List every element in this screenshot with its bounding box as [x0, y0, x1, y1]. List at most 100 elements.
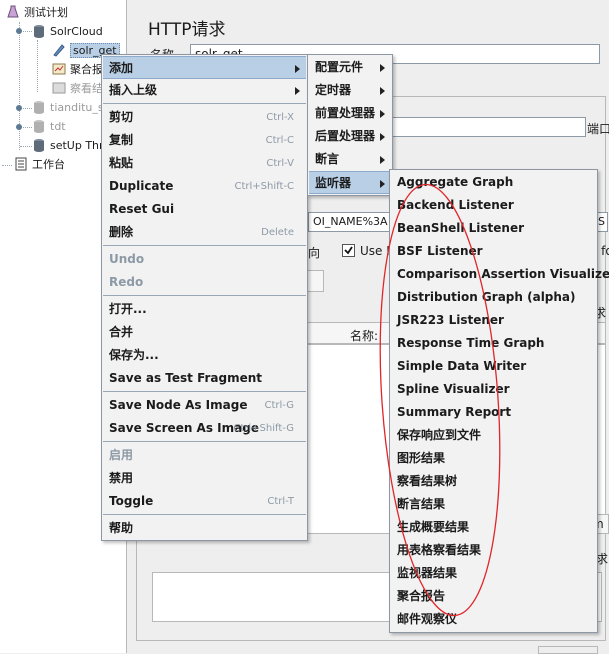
port-label: 端口 [587, 122, 609, 136]
context-menu-item-10: Undo [103, 248, 306, 271]
context-menu-item-21: 启用 [103, 444, 306, 467]
workbench-icon [14, 157, 28, 171]
context-menu-item-14[interactable]: 合并 [103, 321, 306, 344]
tree-guide-line [20, 146, 32, 147]
menu-item-label: Save Node As Image [109, 398, 248, 412]
menu-item-label: 帮助 [109, 521, 134, 535]
menu-item-label: 定时器 [315, 83, 352, 97]
http-sampler-icon [52, 43, 66, 57]
context-menu-item-19[interactable]: Save Screen As Image Ctrl+Shift-G [103, 417, 306, 440]
menu-item-label: 删除 [109, 225, 134, 239]
tree-guide-line [2, 165, 12, 166]
menu-separator [103, 441, 306, 442]
menu-separator [103, 514, 306, 515]
context-menu-item-7[interactable]: Reset Gui [103, 198, 306, 221]
add-submenu-item-1[interactable]: 定时器 [309, 79, 391, 102]
context-menu-item-8[interactable]: 删除 Delete [103, 221, 306, 244]
thread-group-icon [32, 119, 46, 133]
menu-item-label: Duplicate [109, 179, 174, 193]
keepalive-checkbox[interactable] [342, 244, 355, 257]
tree-node-test-plan[interactable]: 测试计划 [6, 4, 68, 22]
tree-node-aggregate-report[interactable]: 聚合报 [52, 61, 103, 79]
submenu-arrow-icon [380, 110, 385, 118]
context-menu-item-4[interactable]: 复制 Ctrl-C [103, 129, 306, 152]
thread-group-icon [32, 138, 46, 152]
context-menu-item-23[interactable]: Toggle Ctrl-T [103, 490, 306, 513]
menu-separator [103, 391, 306, 392]
context-menu-item-0[interactable]: 添加 [103, 56, 306, 79]
context-menu-item-1[interactable]: 插入上级 [103, 79, 306, 102]
context-menu-item-13[interactable]: 打开... [103, 298, 306, 321]
tree-guide-line [19, 22, 20, 150]
context-menu-item-22[interactable]: 禁用 [103, 467, 306, 490]
tree-expand-handle[interactable] [16, 28, 22, 34]
add-submenu: 配置元件定时器前置处理器后置处理器断言监听器 [307, 54, 393, 196]
menu-item-label: Undo [109, 252, 145, 266]
context-menu-item-25[interactable]: 帮助 [103, 517, 306, 540]
page-title: HTTP请求 [148, 20, 226, 40]
menu-item-shortcut: Delete [261, 227, 294, 238]
context-menu-item-18[interactable]: Save Node As Image Ctrl-G [103, 394, 306, 417]
menu-item-label: 复制 [109, 133, 134, 147]
menu-item-label: 前置处理器 [315, 106, 376, 120]
menu-item-label: Reset Gui [109, 202, 175, 216]
tree-node-tdt[interactable]: tdt [32, 118, 66, 136]
tree-node-setup-thread[interactable]: setUp Thr [32, 137, 104, 155]
menu-separator [103, 245, 306, 246]
menu-item-label: 断言 [315, 152, 340, 166]
add-submenu-item-3[interactable]: 后置处理器 [309, 125, 391, 148]
annotation-ellipse [379, 183, 501, 617]
add-submenu-item-2[interactable]: 前置处理器 [309, 102, 391, 125]
menu-item-shortcut: Ctrl-V [266, 158, 294, 169]
menu-item-label: 添加 [109, 61, 134, 75]
submenu-arrow-icon [380, 156, 385, 164]
menu-item-label: 插入上级 [109, 83, 158, 97]
menu-item-label: Save as Test Fragment [109, 371, 263, 385]
tree-node-tianditu[interactable]: tianditu_s [32, 99, 104, 117]
context-menu-item-15[interactable]: 保存为... [103, 344, 306, 367]
menu-item-shortcut: Ctrl-T [267, 496, 294, 507]
tree-guide-line [37, 40, 38, 92]
context-menu-item-16[interactable]: Save as Test Fragment [103, 367, 306, 390]
test-plan-icon [6, 5, 20, 19]
tree-node-view-results[interactable]: 察看结 [52, 80, 103, 98]
menu-item-label: 启用 [109, 448, 134, 462]
menu-separator [103, 295, 306, 296]
context-menu-item-3[interactable]: 剪切 Ctrl-X [103, 106, 306, 129]
menu-item-label: 粘贴 [109, 156, 134, 170]
context-menu: 添加插入上级剪切 Ctrl-X 复制 Ctrl-C 粘贴 Ctrl-V Duplicate C… [101, 54, 308, 541]
menu-item-label: 监听器 [315, 176, 352, 190]
thread-group-icon [32, 24, 46, 38]
context-menu-item-11: Redo [103, 271, 306, 294]
submenu-arrow-icon [295, 65, 300, 73]
submenu-arrow-icon [295, 87, 300, 95]
menu-item-label: 剪切 [109, 110, 134, 124]
tree-expand-handle[interactable] [16, 124, 22, 130]
redirect-checkbox-label: 向 [308, 246, 321, 260]
view-results-icon [52, 81, 66, 95]
menu-item-shortcut: Ctrl-C [265, 135, 294, 146]
add-submenu-item-4[interactable]: 断言 [309, 148, 391, 171]
menu-item-shortcut: Ctrl+Shift-C [234, 181, 295, 192]
menu-item-label: 合并 [109, 325, 134, 339]
menu-item-shortcut: Ctrl-X [266, 112, 294, 123]
menu-item-label: 后置处理器 [315, 129, 376, 143]
menu-item-label: Toggle [109, 494, 154, 508]
context-menu-item-5[interactable]: 粘贴 Ctrl-V [103, 152, 306, 175]
menu-item-shortcut: Ctrl+Shift-G [233, 423, 294, 434]
menu-item-shortcut: Ctrl-G [264, 400, 294, 411]
tree-expand-handle[interactable] [16, 105, 22, 111]
add-submenu-item-0[interactable]: 配置元件 [309, 56, 391, 79]
aggregate-report-icon [52, 62, 66, 76]
tree-node-solrcloud[interactable]: SolrCloud [32, 23, 103, 41]
menu-item-label: 打开... [109, 302, 147, 316]
thread-group-icon [32, 100, 46, 114]
server-input[interactable] [388, 117, 586, 137]
submenu-arrow-icon [380, 87, 385, 95]
menu-separator [103, 103, 306, 104]
menu-item-label: Redo [109, 275, 144, 289]
menu-item-label: 配置元件 [315, 60, 364, 74]
context-menu-item-6[interactable]: Duplicate Ctrl+Shift-C [103, 175, 306, 198]
menu-item-label: 保存为... [109, 348, 159, 362]
tree-node-workbench[interactable]: 工作台 [14, 156, 65, 174]
